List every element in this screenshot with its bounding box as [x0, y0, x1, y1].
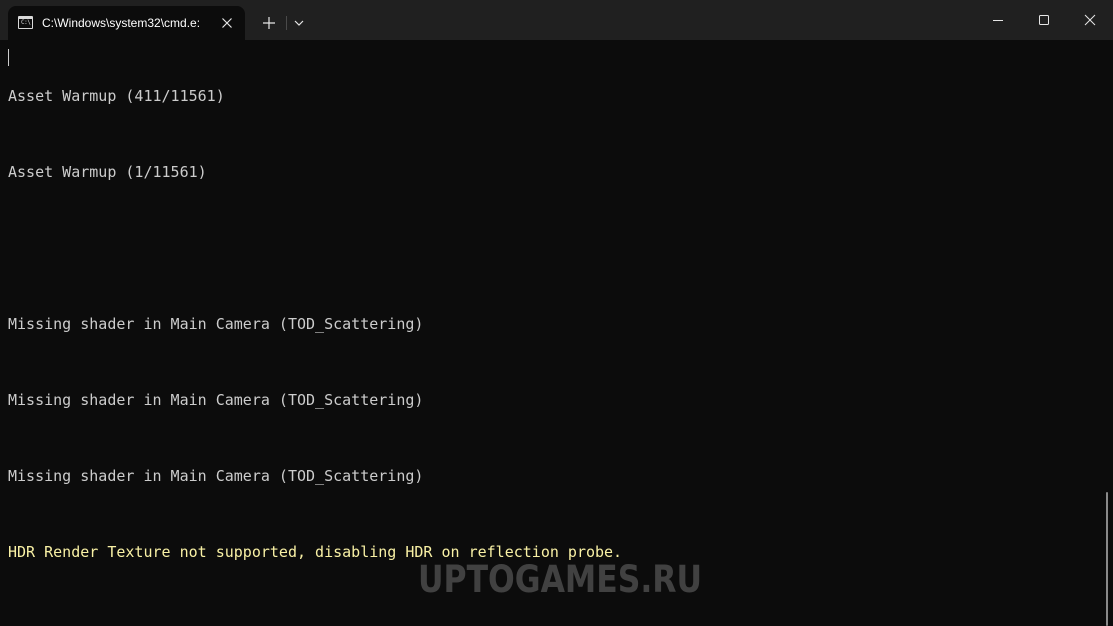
minimize-button[interactable] — [975, 0, 1021, 40]
close-window-button[interactable] — [1067, 0, 1113, 40]
tab-cmd[interactable]: C:\ C:\Windows\system32\cmd.e: — [8, 6, 245, 40]
tab-separator — [286, 16, 287, 30]
close-icon — [222, 18, 232, 28]
terminal-window: C:\ C:\Windows\system32\cmd.e: Asset War… — [0, 0, 1113, 626]
text-cursor — [8, 49, 9, 66]
console-line: Missing shader in Main Camera (TOD_Scatt… — [8, 315, 424, 333]
tab-close-button[interactable] — [218, 14, 236, 32]
title-bar[interactable]: C:\ C:\Windows\system32\cmd.e: — [0, 0, 1113, 40]
scrollbar[interactable] — [1102, 40, 1113, 626]
close-icon — [1084, 14, 1096, 26]
console-output[interactable]: Asset Warmup (411/11561) Asset Warmup (1… — [0, 40, 1102, 626]
maximize-button[interactable] — [1021, 0, 1067, 40]
maximize-icon — [1039, 15, 1049, 25]
watermark: UPTOGAMES.RU — [418, 558, 703, 601]
console-line: Asset Warmup (1/11561) — [8, 163, 207, 181]
chevron-down-icon — [294, 20, 304, 26]
profile-dropdown-button[interactable] — [289, 13, 309, 33]
plus-icon — [263, 17, 275, 29]
terminal-icon-label: C:\ — [21, 19, 31, 26]
terminal-icon: C:\ — [18, 16, 33, 29]
console-line: Missing shader in Main Camera (TOD_Scatt… — [8, 391, 424, 409]
console-line: Missing shader in Main Camera (TOD_Scatt… — [8, 467, 424, 485]
scrollbar-thumb[interactable] — [1106, 492, 1108, 626]
minimize-icon — [993, 20, 1003, 21]
console-line: Asset Warmup (411/11561) — [8, 87, 225, 105]
tab-title: C:\Windows\system32\cmd.e: — [42, 16, 201, 30]
new-tab-button[interactable] — [259, 13, 279, 33]
